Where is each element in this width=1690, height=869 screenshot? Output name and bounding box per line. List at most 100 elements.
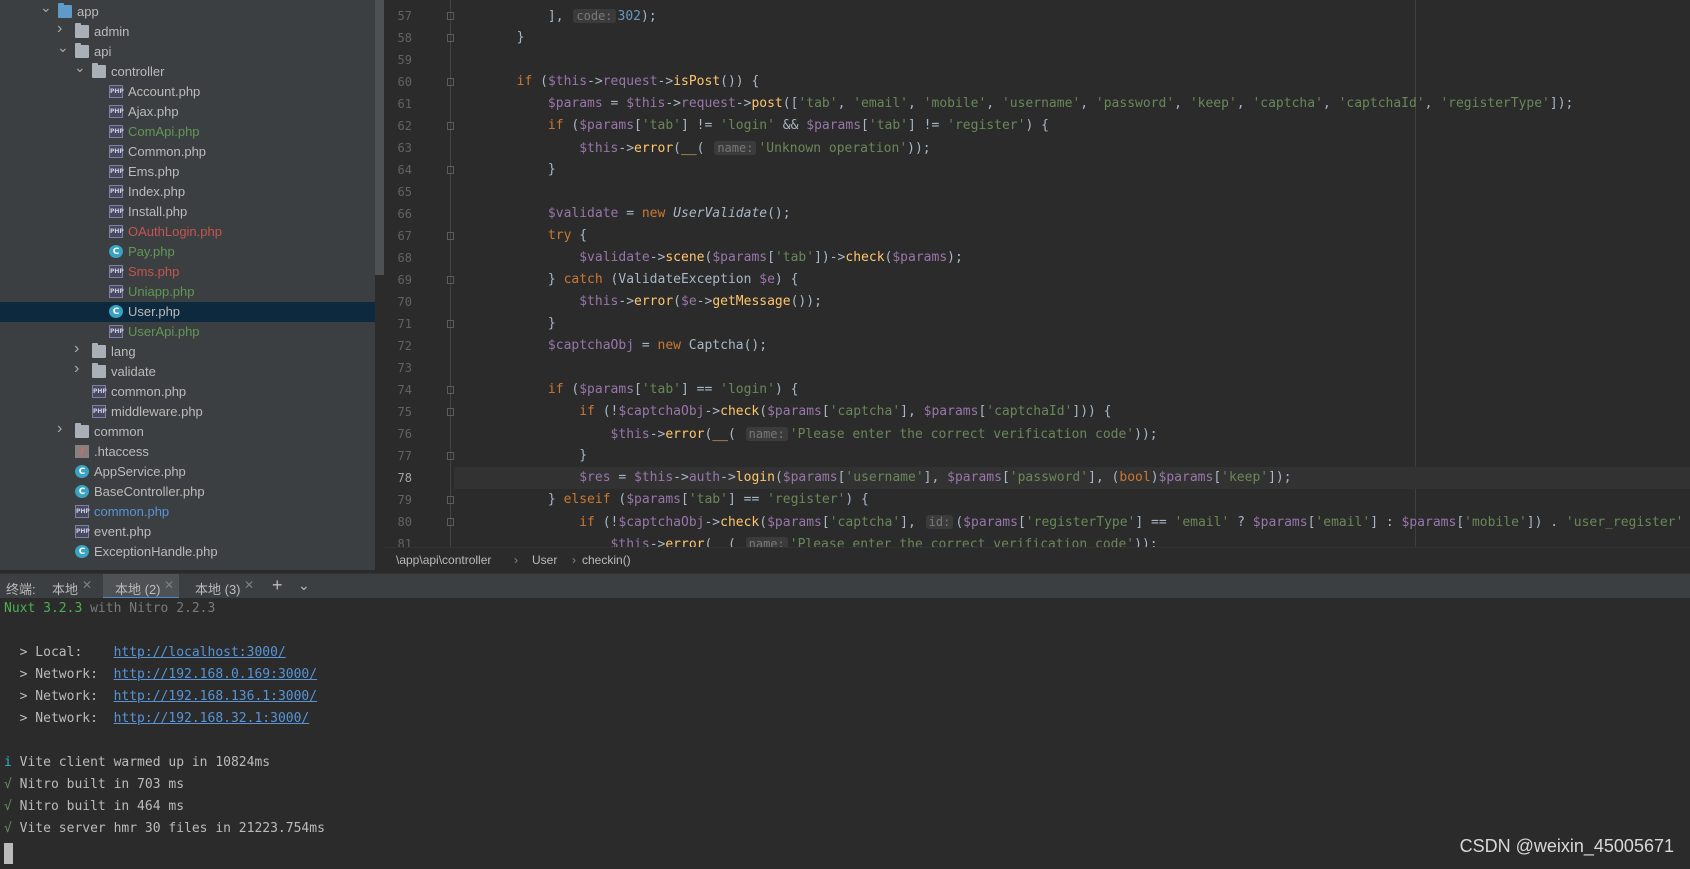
tree-item[interactable]: PHP Account.php [0,82,375,102]
line-number[interactable]: 74 [384,383,412,397]
tree-item[interactable]: PHP event.php [0,522,375,542]
code-line[interactable]: ], code: 302); [454,5,657,27]
tree-item[interactable]: PHP Ems.php [0,162,375,182]
line-number[interactable]: 58 [384,31,412,45]
line-number[interactable]: 71 [384,317,412,331]
tree-item[interactable]: C BaseController.php [0,482,375,502]
network-url-link[interactable]: http://192.168.136.1:3000/ [114,689,318,704]
tab-terminal-local-3[interactable]: 本地 (3) ✕ [187,574,257,599]
fold-marker-icon[interactable] [447,78,454,86]
tree-item[interactable]: C User.php [0,302,375,322]
code-line[interactable]: $this->error(__( name: 'Please enter the … [454,533,1158,547]
code-line[interactable]: if ($params['tab'] == 'login') { [454,379,799,401]
tab-terminal-local[interactable]: 本地 ✕ [44,574,100,599]
code-line[interactable]: if (!$captchaObj->check($params['captcha… [454,401,1111,423]
tree-item[interactable]: PHP Common.php [0,142,375,162]
fold-marker-icon[interactable] [447,122,454,130]
line-number[interactable]: 77 [384,449,412,463]
tree-item[interactable]: PHP ComApi.php [0,122,375,142]
tree-item[interactable]: C AppService.php [0,462,375,482]
code-line[interactable]: if ($params['tab'] != 'login' && $params… [454,115,1049,137]
chevron-right-icon[interactable]: › [74,341,84,357]
line-number[interactable]: 72 [384,339,412,353]
local-url-link[interactable]: http://localhost:3000/ [114,645,286,660]
code-line[interactable]: } [454,159,556,181]
code-line[interactable]: $captchaObj = new Captcha(); [454,335,767,357]
close-icon[interactable]: ✕ [244,578,254,592]
code-line[interactable]: $this->error(__( name: 'Please enter the … [454,423,1158,445]
terminal-output[interactable]: Nuxt 3.2.3 with Nitro 2.2.3 > Local: htt… [0,598,1690,869]
breadcrumb-class[interactable]: User [532,553,557,567]
tree-item[interactable]: › validate [0,361,375,382]
line-number[interactable]: 62 [384,119,412,133]
chevron-down-icon[interactable]: ⌄ [74,60,86,74]
breadcrumb-method[interactable]: checkin() [582,553,631,567]
tree-scrollbar[interactable] [375,0,384,275]
code-line[interactable]: $res = $this->auth->login($params['usern… [454,467,1690,489]
tree-item[interactable]: PHP middleware.php [0,402,375,422]
code-line[interactable]: } [454,445,587,467]
tree-item[interactable]: PHP common.php [0,382,375,402]
network-url-link[interactable]: http://192.168.32.1:3000/ [114,711,310,726]
line-number[interactable]: 76 [384,427,412,441]
line-number[interactable]: 81 [384,537,412,547]
code-line[interactable]: $validate = new UserValidate(); [454,203,791,225]
code-editor[interactable]: 57 ], code: 302); 58 } 59 60 if ($this->requ… [384,0,1690,547]
tree-item[interactable]: › lang [0,341,375,362]
code-line[interactable]: $validate->scene($params['tab'])->check(… [454,247,963,269]
code-line[interactable]: } [454,313,556,335]
tree-item[interactable]: PHP Uniapp.php [0,282,375,302]
line-number[interactable]: 65 [384,185,412,199]
fold-marker-icon[interactable] [447,276,454,284]
line-number[interactable]: 64 [384,163,412,177]
line-number[interactable]: 73 [384,361,412,375]
fold-marker-icon[interactable] [447,496,454,504]
tree-item[interactable]: › common [0,421,375,442]
tree-item[interactable]: C Pay.php [0,242,375,262]
chevron-down-icon[interactable]: ⌄ [57,40,69,54]
chevron-right-icon[interactable]: › [74,361,84,377]
fold-marker-icon[interactable] [447,166,454,174]
line-number[interactable]: 67 [384,229,412,243]
fold-marker-icon[interactable] [447,386,454,394]
line-number[interactable]: 79 [384,493,412,507]
tree-item[interactable]: C ExceptionHandle.php [0,542,375,562]
tree-item[interactable]: ⌄ controller [0,60,375,82]
add-tab-icon[interactable]: + [272,575,283,596]
tree-item[interactable]: PHP Ajax.php [0,102,375,122]
fold-marker-icon[interactable] [447,518,454,526]
line-number[interactable]: 60 [384,75,412,89]
close-icon[interactable]: ✕ [82,578,92,592]
line-number[interactable]: 70 [384,295,412,309]
line-number[interactable]: 66 [384,207,412,221]
chevron-right-icon[interactable]: › [57,421,67,437]
line-number[interactable]: 78 [384,471,412,485]
code-line[interactable]: } elseif ($params['tab'] == 'register') … [454,489,869,511]
close-icon[interactable]: ✕ [164,578,174,592]
tab-terminal-local-2[interactable]: 本地 (2) ✕ [103,574,179,599]
line-number[interactable]: 75 [384,405,412,419]
code-line[interactable]: } [454,27,525,49]
fold-marker-icon[interactable] [447,452,454,460]
tree-item[interactable]: ⌄ api [0,40,375,62]
line-number[interactable]: 80 [384,515,412,529]
tree-item[interactable]: PHP UserApi.php [0,322,375,342]
chevron-right-icon[interactable]: › [57,21,67,37]
code-line[interactable]: $this->error(__( name: 'Unknown operation… [454,137,931,159]
network-url-link[interactable]: http://192.168.0.169:3000/ [114,667,318,682]
tree-item[interactable]: PHP common.php [0,502,375,522]
fold-marker-icon[interactable] [447,34,454,42]
chevron-down-icon[interactable]: ⌄ [40,0,52,14]
code-line[interactable]: if (!$captchaObj->check($params['captcha… [454,511,1683,533]
code-line[interactable]: $params = $this->request->post(['tab', '… [454,93,1573,115]
line-number[interactable]: 69 [384,273,412,287]
tree-item[interactable]: PHP OAuthLogin.php [0,222,375,242]
tree-item[interactable]: ⌄ app [0,0,375,22]
tree-item[interactable]: PHP Install.php [0,202,375,222]
tree-item[interactable]: PHP Sms.php [0,262,375,282]
fold-marker-icon[interactable] [447,232,454,240]
line-number[interactable]: 61 [384,97,412,111]
line-number[interactable]: 68 [384,251,412,265]
line-number[interactable]: 63 [384,141,412,155]
code-line[interactable]: if ($this->request->isPost()) { [454,71,760,93]
